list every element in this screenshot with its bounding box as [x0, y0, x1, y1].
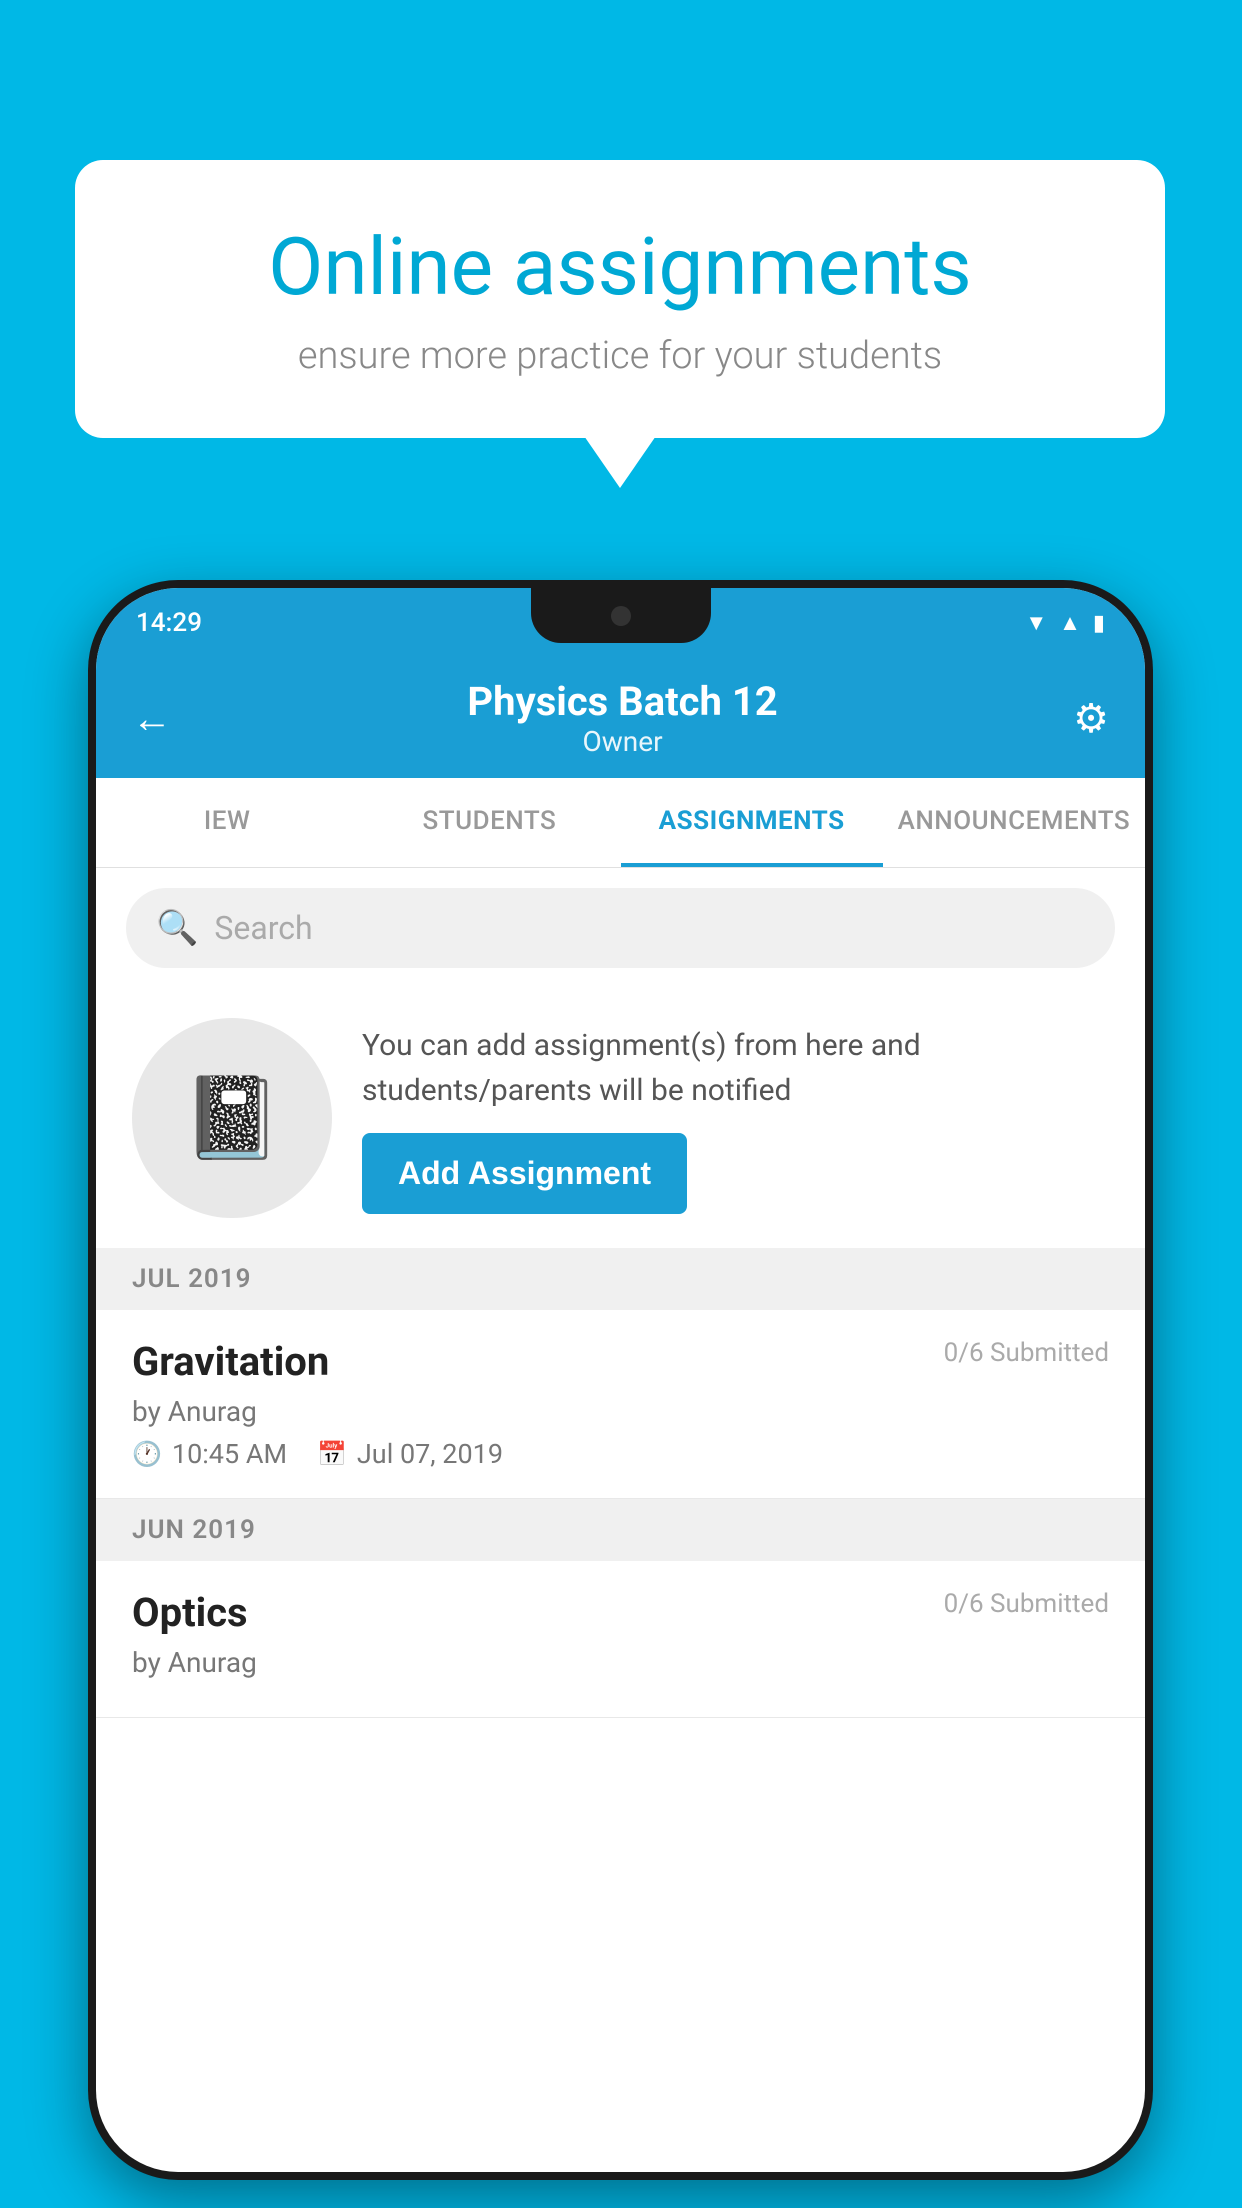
status-time: 14:29	[136, 608, 202, 638]
promo-text: You can add assignment(s) from here and …	[362, 1023, 1109, 1113]
assignment-item-optics[interactable]: Optics 0/6 Submitted by Anurag	[96, 1561, 1145, 1718]
wifi-icon: ▼	[1025, 610, 1047, 636]
search-bar[interactable]: 🔍 Search	[126, 888, 1115, 968]
signal-icon: ▲	[1059, 610, 1081, 636]
calendar-icon: 📅	[317, 1440, 347, 1468]
tab-iew[interactable]: IEW	[96, 778, 358, 867]
back-button[interactable]: ←	[132, 695, 172, 742]
header-subtitle: Owner	[467, 725, 777, 758]
settings-icon[interactable]: ⚙	[1073, 695, 1109, 742]
assignment-time: 🕐 10:45 AM	[132, 1438, 287, 1470]
add-assignment-promo: 📓 You can add assignment(s) from here an…	[96, 988, 1145, 1248]
header-center: Physics Batch 12 Owner	[467, 678, 777, 758]
header-title: Physics Batch 12	[467, 678, 777, 725]
tab-students[interactable]: STUDENTS	[358, 778, 620, 867]
search-input-placeholder: Search	[214, 909, 312, 947]
notch	[531, 588, 711, 643]
assignment-name-optics: Optics	[132, 1589, 248, 1636]
section-header-jun: JUN 2019	[96, 1499, 1145, 1561]
tab-bar: IEW STUDENTS ASSIGNMENTS ANNOUNCEMENTS	[96, 778, 1145, 868]
phone-frame: 14:29 ▼ ▲ ▮ ← Physics Batch 12 Owner ⚙ I…	[88, 580, 1153, 2180]
speech-bubble-container: Online assignments ensure more practice …	[75, 160, 1165, 438]
tab-announcements[interactable]: ANNOUNCEMENTS	[883, 778, 1145, 867]
notebook-icon: 📓	[182, 1071, 282, 1165]
assignment-author: by Anurag	[132, 1395, 1109, 1428]
app-header: ← Physics Batch 12 Owner ⚙	[96, 658, 1145, 778]
speech-bubble-title: Online assignments	[145, 220, 1095, 314]
status-icons: ▼ ▲ ▮	[1025, 610, 1105, 636]
assignment-name: Gravitation	[132, 1338, 329, 1385]
assignment-meta: 🕐 10:45 AM 📅 Jul 07, 2019	[132, 1438, 1109, 1470]
clock-icon: 🕐	[132, 1440, 162, 1468]
status-bar: 14:29 ▼ ▲ ▮	[96, 588, 1145, 658]
battery-icon: ▮	[1093, 611, 1105, 636]
assignment-date: 📅 Jul 07, 2019	[317, 1438, 503, 1470]
assignment-item-gravitation[interactable]: Gravitation 0/6 Submitted by Anurag 🕐 10…	[96, 1310, 1145, 1499]
assignment-submitted-optics: 0/6 Submitted	[944, 1589, 1109, 1619]
assignment-author-optics: by Anurag	[132, 1646, 1109, 1679]
assignment-top-row-optics: Optics 0/6 Submitted	[132, 1589, 1109, 1636]
speech-bubble: Online assignments ensure more practice …	[75, 160, 1165, 438]
tab-assignments[interactable]: ASSIGNMENTS	[621, 778, 883, 867]
section-header-jul: JUL 2019	[96, 1248, 1145, 1310]
assignment-submitted: 0/6 Submitted	[944, 1338, 1109, 1368]
assignment-top-row: Gravitation 0/6 Submitted	[132, 1338, 1109, 1385]
speech-bubble-subtitle: ensure more practice for your students	[145, 334, 1095, 378]
phone-inner: 14:29 ▼ ▲ ▮ ← Physics Batch 12 Owner ⚙ I…	[96, 588, 1145, 2172]
promo-icon-circle: 📓	[132, 1018, 332, 1218]
camera	[611, 606, 631, 626]
search-bar-container: 🔍 Search	[96, 868, 1145, 988]
add-assignment-button[interactable]: Add Assignment	[362, 1133, 687, 1214]
search-icon: 🔍	[156, 908, 198, 948]
promo-right: You can add assignment(s) from here and …	[362, 1023, 1109, 1214]
